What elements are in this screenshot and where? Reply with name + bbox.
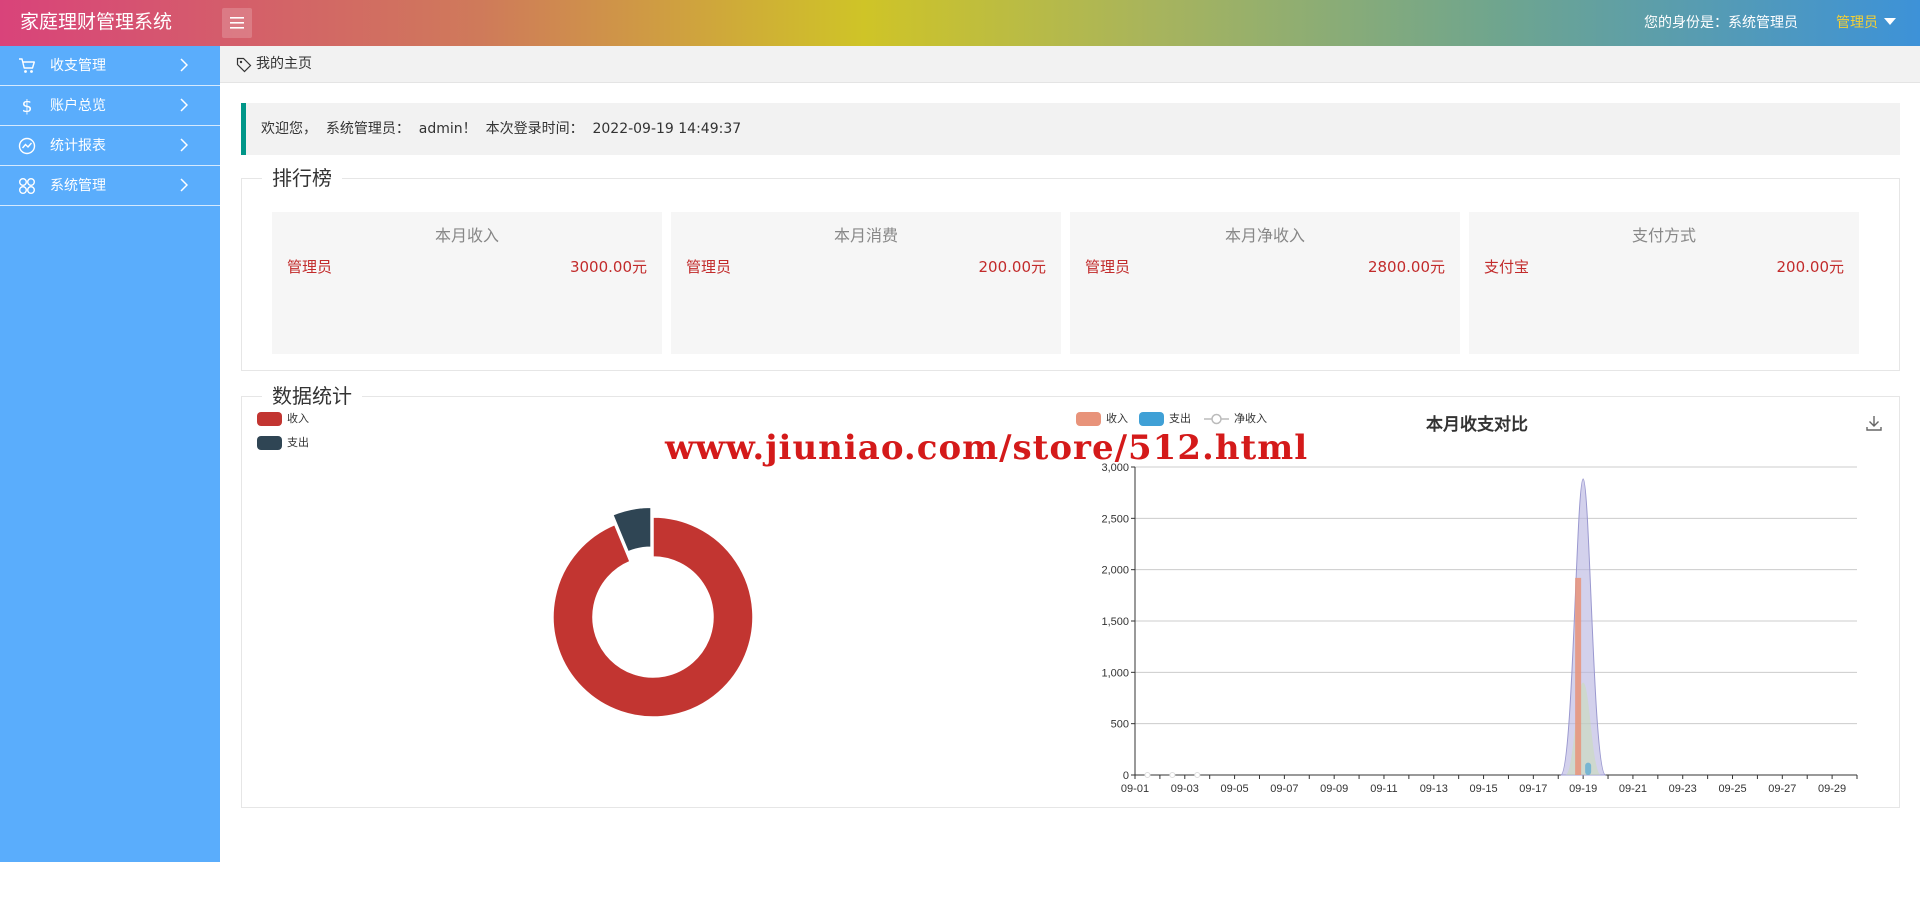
chevron-right-icon xyxy=(180,178,188,192)
x-tick-label: 09-21 xyxy=(1619,783,1647,795)
donut-slice-income[interactable] xyxy=(552,516,754,718)
breadcrumb-home-link[interactable]: 我的主页 xyxy=(256,46,312,82)
x-tick-label: 09-07 xyxy=(1270,783,1298,795)
x-tick-label: 09-25 xyxy=(1718,783,1746,795)
svg-text:$: $ xyxy=(22,97,33,115)
sidebar-item-label: 统计报表 xyxy=(50,138,106,154)
role-dropdown[interactable]: 管理员 xyxy=(1836,0,1878,46)
legend-swatch xyxy=(257,436,282,450)
x-tick-label: 09-01 xyxy=(1121,783,1149,795)
net-income-point xyxy=(1169,772,1176,778)
statistics-legend: 数据统计 xyxy=(262,384,362,408)
x-tick-label: 09-11 xyxy=(1370,783,1397,795)
net-income-point xyxy=(1194,772,1201,778)
donut-chart xyxy=(552,506,754,718)
tag-icon xyxy=(236,57,252,73)
chevron-right-icon xyxy=(180,58,188,72)
chevron-right-icon xyxy=(180,138,188,152)
breadcrumb: 我的主页 xyxy=(220,46,1920,83)
legend-label: 支出 xyxy=(1169,412,1191,425)
ranking-card-expense: 本月消费 管理员 200.00元 xyxy=(671,212,1061,354)
card-name: 管理员 xyxy=(287,258,333,276)
sidebar: 收支管理 $ 账户总览 统计报表 系统管理 xyxy=(0,46,220,862)
chart-line-icon xyxy=(18,137,36,155)
card-value: 200.00元 xyxy=(978,258,1047,276)
sidebar-item-reports[interactable]: 统计报表 xyxy=(0,126,220,166)
welcome-banner: 欢迎您， 系统管理员： admin！ 本次登录时间： 2022-09-19 14… xyxy=(241,103,1900,155)
x-tick-label: 09-13 xyxy=(1420,783,1448,795)
x-tick-label: 09-15 xyxy=(1469,783,1497,795)
sidebar-item-system[interactable]: 系统管理 xyxy=(0,166,220,206)
sidebar-item-income-expense[interactable]: 收支管理 xyxy=(0,46,220,86)
chevron-right-icon xyxy=(180,98,188,112)
legend-label: 支出 xyxy=(287,436,309,449)
card-value: 3000.00元 xyxy=(569,258,647,276)
income-expense-chart: 05001,0001,5002,0002,5003,00009-01 09-03 0… xyxy=(1101,462,1858,795)
y-tick-label: 2,000 xyxy=(1101,565,1129,577)
x-tick-label: 09-09 xyxy=(1320,783,1348,795)
legend-line-swatch xyxy=(1204,413,1229,425)
card-title: 本月收入 xyxy=(434,226,499,245)
x-tick-label: 09-23 xyxy=(1669,783,1697,795)
y-tick-label: 1,000 xyxy=(1101,667,1129,679)
ranking-card-net-income: 本月净收入 管理员 2800.00元 xyxy=(1070,212,1460,354)
menu-toggle-button[interactable] xyxy=(222,8,252,38)
ranking-card-payment-method: 支付方式 支付宝 200.00元 xyxy=(1469,212,1859,354)
legend-swatch xyxy=(257,412,282,426)
card-name: 管理员 xyxy=(686,258,732,276)
ranking-legend: 排行榜 xyxy=(262,166,342,190)
legend-label: 收入 xyxy=(287,412,309,425)
dollar-icon: $ xyxy=(22,97,33,115)
card-title: 本月消费 xyxy=(833,226,898,245)
hamburger-icon xyxy=(230,17,244,29)
ranking-panel: 排行榜 本月收入 管理员 3000.00元 本月消费 管理员 200.00元 本… xyxy=(241,166,1900,371)
y-tick-label: 2,500 xyxy=(1101,513,1129,525)
sidebar-item-label: 系统管理 xyxy=(50,178,106,194)
legend-swatch xyxy=(1139,412,1164,426)
grid-icon xyxy=(19,178,35,194)
card-title: 本月净收入 xyxy=(1224,226,1305,245)
card-value: 2800.00元 xyxy=(1367,258,1445,276)
ranking-card-income: 本月收入 管理员 3000.00元 xyxy=(272,212,662,354)
legend-label: 收入 xyxy=(1106,412,1128,425)
sidebar-item-label: 收支管理 xyxy=(50,58,106,74)
bar-income[interactable] xyxy=(1575,577,1582,775)
x-tick-label: 09-27 xyxy=(1768,783,1796,795)
x-tick-label: 09-29 xyxy=(1818,783,1846,795)
card-name: 管理员 xyxy=(1085,258,1131,276)
x-tick-label: 09-03 xyxy=(1171,783,1199,795)
x-tick-label: 09-05 xyxy=(1221,783,1249,795)
sidebar-item-label: 账户总览 xyxy=(50,98,106,114)
sidebar-item-accounts[interactable]: $ 账户总览 xyxy=(0,86,220,126)
card-value: 200.00元 xyxy=(1776,258,1845,276)
card-title: 支付方式 xyxy=(1631,226,1696,245)
legend-swatch xyxy=(1076,412,1101,426)
card-name: 支付宝 xyxy=(1484,258,1530,276)
bar-chart-title: 本月收支对比 xyxy=(1426,415,1528,435)
net-income-point xyxy=(1144,772,1151,778)
legend-label: 净收入 xyxy=(1234,412,1267,425)
y-tick-label: 500 xyxy=(1111,719,1129,731)
y-tick-label: 0 xyxy=(1123,770,1129,782)
app-title: 家庭理财管理系统 xyxy=(20,11,173,33)
identity-text: 您的身份是：系统管理员 xyxy=(1644,15,1798,31)
cart-icon xyxy=(19,58,35,73)
top-header: 家庭理财管理系统 您的身份是：系统管理员 管理员 xyxy=(0,0,1920,46)
watermark-text: www.jiuniao.com/store/512.html xyxy=(665,428,1309,468)
x-tick-label: 09-17 xyxy=(1519,783,1547,795)
y-tick-label: 1,500 xyxy=(1101,616,1129,628)
welcome-text: 欢迎您， 系统管理员： admin！ 本次登录时间： 2022-09-19 14… xyxy=(261,121,742,137)
x-tick-label: 09-19 xyxy=(1569,783,1597,795)
caret-down-icon[interactable] xyxy=(1884,18,1896,25)
download-icon[interactable] xyxy=(1865,414,1883,432)
bar-expense[interactable] xyxy=(1585,762,1592,775)
